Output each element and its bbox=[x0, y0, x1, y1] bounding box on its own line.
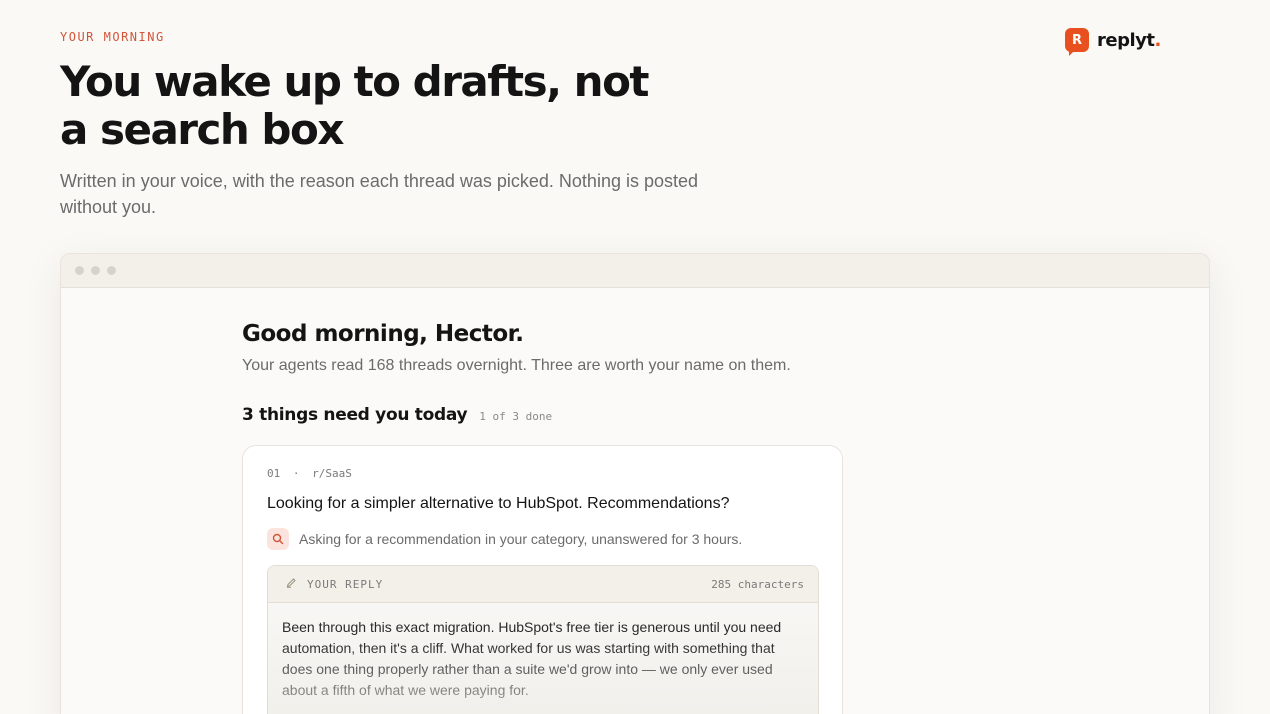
thread-meta: 01 · r/SaaS bbox=[267, 467, 352, 480]
thread-card[interactable]: 01 · r/SaaS Looking for a simpler altern… bbox=[242, 445, 843, 714]
todo-section-header: 3 things need you today 1 of 3 done bbox=[242, 405, 552, 425]
thread-index: 01 bbox=[267, 467, 281, 480]
brand-logo[interactable]: R replyt. bbox=[1065, 28, 1161, 56]
brand-dot: . bbox=[1154, 29, 1161, 51]
window-dot-icon bbox=[75, 266, 84, 275]
window-dot-icon bbox=[91, 266, 100, 275]
brand-name-text: replyt bbox=[1097, 29, 1155, 51]
reply-text[interactable]: Been through this exact migration. HubSp… bbox=[268, 603, 818, 701]
hero-title: You wake up to drafts, not a search box bbox=[60, 57, 650, 154]
reply-draft[interactable]: YOUR REPLY 285 characters Been through t… bbox=[267, 565, 819, 714]
progress-counter: 1 of 3 done bbox=[479, 410, 553, 423]
app-preview-window: Good morning, Hector. Your agents read 1… bbox=[60, 253, 1210, 714]
reply-draft-header: YOUR REPLY 285 characters bbox=[268, 566, 818, 603]
overnight-summary: Your agents read 168 threads overnight. … bbox=[242, 357, 791, 374]
pick-reason: Asking for a recommendation in your cate… bbox=[267, 528, 742, 550]
brand-name: replyt. bbox=[1097, 30, 1161, 51]
pencil-icon bbox=[286, 577, 297, 591]
reply-label: YOUR REPLY bbox=[307, 577, 384, 591]
greeting-heading: Good morning, Hector. bbox=[242, 321, 524, 347]
pick-reason-text: Asking for a recommendation in your cate… bbox=[299, 531, 743, 547]
section-eyebrow: YOUR MORNING bbox=[60, 30, 165, 44]
logo-mark-icon: R bbox=[1065, 28, 1089, 56]
thread-community[interactable]: r/SaaS bbox=[312, 467, 352, 480]
hero-subtitle: Written in your voice, with the reason e… bbox=[60, 171, 699, 217]
page: R replyt. YOUR MORNING You wake up to dr… bbox=[0, 0, 1270, 714]
reply-label-group: YOUR REPLY bbox=[286, 577, 383, 591]
reply-character-count: 285 characters bbox=[711, 577, 804, 591]
search-icon bbox=[267, 528, 289, 550]
meta-separator: · bbox=[292, 467, 300, 480]
todo-section-title: 3 things need you today bbox=[242, 405, 468, 425]
window-dot-icon bbox=[107, 266, 116, 275]
window-title-bar bbox=[61, 254, 1209, 288]
thread-title[interactable]: Looking for a simpler alternative to Hub… bbox=[267, 495, 729, 513]
